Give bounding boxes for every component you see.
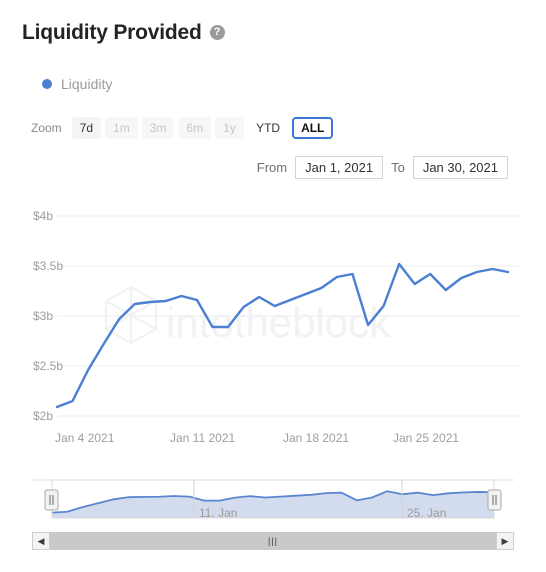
range-selector-label: Zoom [31,121,62,135]
navigator-left-handle[interactable] [44,489,59,511]
navigator-x-tick-label: 25. Jan [407,506,446,520]
chart-legend: Liquidity [42,76,112,92]
to-date-input[interactable]: Jan 30, 2021 [412,155,508,179]
date-range-controls: From Jan 1, 2021 To Jan 30, 2021 [257,155,508,179]
range-button-ytd[interactable]: YTD [248,117,288,139]
chart-header: Liquidity Provided ? [22,22,225,43]
scrollbar-left-arrow-icon[interactable]: ◀ [32,532,50,550]
x-tick-label: Jan 4 2021 [55,431,115,445]
scrollbar-thumb[interactable]: ||| [50,532,496,550]
question-mark-circle-icon[interactable]: ? [209,25,225,40]
navigator-x-tick-label: 11. Jan [199,506,237,520]
legend-label-liquidity[interactable]: Liquidity [61,76,112,92]
x-tick-label: Jan 18 2021 [283,431,349,445]
y-tick-label: $3.5b [33,259,63,273]
navigator-svg[interactable]: 11. Jan 25. Jan [32,472,514,528]
from-date-input[interactable]: Jan 1, 2021 [295,155,384,179]
range-selector: Zoom 7d 1m 3m 6m 1y YTD ALL [31,116,334,140]
chart-scrollbar[interactable]: ◀ ||| ▶ [32,532,514,550]
range-button-3m: 3m [141,117,175,139]
y-tick-label: $2b [33,409,53,423]
range-button-6m: 6m [178,117,212,139]
x-tick-label: Jan 25 2021 [393,431,459,445]
range-button-1m: 1m [105,117,138,139]
x-axis-ticks: Jan 4 2021 Jan 11 2021 Jan 18 2021 Jan 2… [55,431,459,445]
chart-plot-area[interactable]: intotheblock $4b $3.5b $3b $2.5b $2b Jan… [0,195,546,445]
y-tick-label: $4b [33,209,53,223]
y-tick-label: $2.5b [33,359,63,373]
from-label: From [256,159,288,175]
navigator-right-handle[interactable] [487,489,502,511]
to-label: To [391,159,405,175]
range-button-1y: 1y [215,117,245,139]
page-title: Liquidity Provided [22,21,202,44]
range-button-all[interactable]: ALL [292,117,334,139]
scrollbar-right-arrow-icon[interactable]: ▶ [496,532,514,550]
x-tick-label: Jan 11 2021 [170,431,235,445]
range-button-7d[interactable]: 7d [71,117,102,139]
chart-navigator[interactable]: 11. Jan 25. Jan [32,472,514,528]
legend-dot-liquidity [42,79,52,89]
scrollbar-track[interactable]: ||| [50,532,496,550]
y-tick-label: $3b [33,309,53,323]
liquidity-chart-card: Liquidity Provided ? Liquidity Zoom 7d 1… [0,0,546,572]
line-chart-svg[interactable]: intotheblock $4b $3.5b $3b $2.5b $2b Jan… [0,195,546,445]
